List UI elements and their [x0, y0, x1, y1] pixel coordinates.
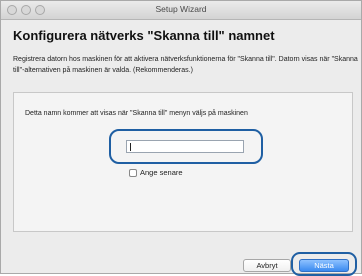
- window-title: Setup Wizard: [155, 4, 207, 14]
- enter-later-checkbox[interactable]: [129, 168, 137, 177]
- panel-info-text: Detta namn kommer att visas när "Skanna …: [25, 110, 248, 117]
- enter-later-checkbox-row[interactable]: Ange senare: [129, 167, 183, 178]
- next-button-highlight-ring: [291, 252, 357, 276]
- title-bar[interactable]: Setup Wizard: [1, 1, 361, 20]
- cancel-button[interactable]: Avbryt: [243, 259, 291, 272]
- page-description: Registrera datorn hos maskinen för att a…: [13, 56, 358, 74]
- name-input-highlight-ring: [109, 129, 263, 164]
- setup-wizard-window: Setup Wizard Konfigurera nätverks "Skann…: [0, 0, 362, 276]
- page-heading: Konfigurera nätverks "Skanna till" namne…: [13, 28, 275, 43]
- enter-later-label[interactable]: Ange senare: [140, 168, 183, 177]
